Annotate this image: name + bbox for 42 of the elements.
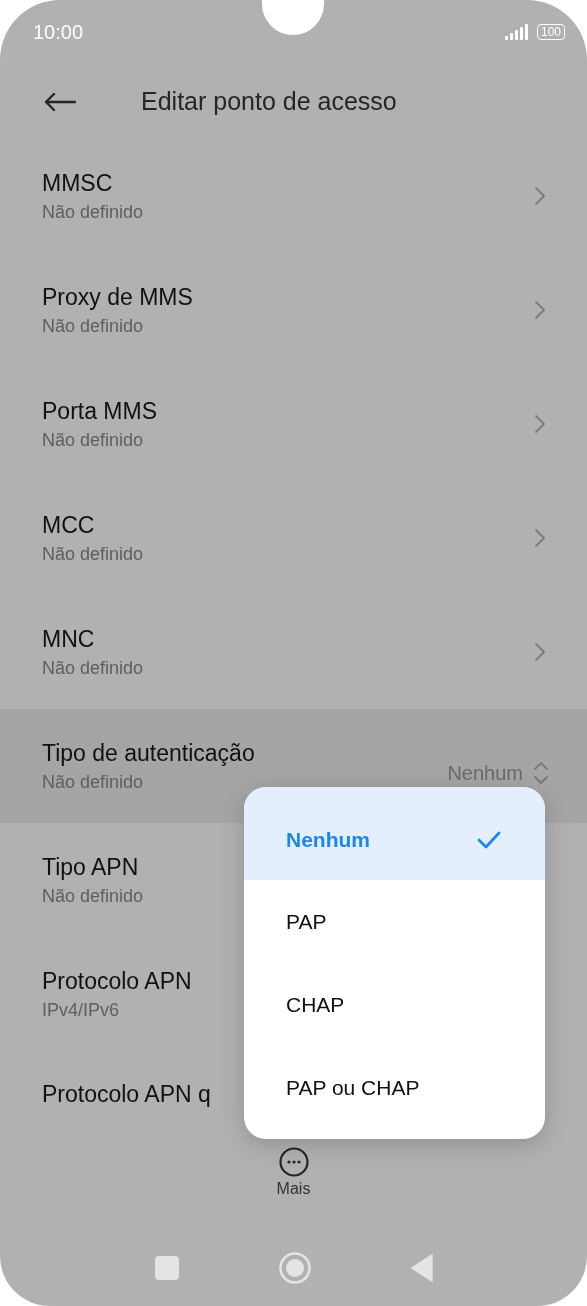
setting-row[interactable]: Porta MMS Não definido: [0, 367, 587, 481]
setting-title: MMSC: [42, 169, 113, 197]
setting-row[interactable]: MNC Não definido: [0, 595, 587, 709]
setting-title: Proxy de MMS: [42, 283, 193, 311]
dropdown-option[interactable]: PAP ou CHAP: [244, 1046, 545, 1129]
more-button[interactable]: Mais: [276, 1147, 311, 1198]
setting-title: Porta MMS: [42, 397, 158, 425]
setting-value: Não definido: [42, 657, 144, 679]
setting-value: Não definido: [42, 771, 144, 793]
setting-row[interactable]: MMSC Não definido: [0, 139, 587, 253]
setting-title: Tipo de autenticação: [42, 739, 255, 767]
dropdown-option[interactable]: CHAP: [244, 963, 545, 1046]
signal-icon: [504, 24, 531, 40]
setting-title: Tipo APN: [42, 853, 139, 881]
setting-title: MNC: [42, 625, 95, 653]
home-icon[interactable]: [278, 1252, 311, 1284]
recents-icon[interactable]: [154, 1256, 179, 1280]
dropdown-option[interactable]: PAP: [244, 880, 545, 963]
chevron-right-icon: [534, 642, 546, 662]
back-arrow-icon[interactable]: [44, 91, 76, 112]
more-icon: [278, 1147, 309, 1177]
setting-value: Não definido: [42, 201, 144, 223]
status-time: 10:00: [33, 20, 84, 44]
chevron-right-icon: [534, 186, 546, 206]
setting-value: Não definido: [42, 543, 144, 565]
setting-value: Não definido: [42, 315, 144, 337]
up-down-chevron-icon: [533, 760, 549, 786]
selected-value: Nenhum: [447, 761, 523, 785]
setting-value: Não definido: [42, 429, 144, 451]
battery-level: 100: [536, 24, 565, 40]
page-title: Editar ponto de acesso: [141, 87, 397, 116]
setting-title: Protocolo APN: [42, 967, 192, 995]
chevron-right-icon: [534, 414, 546, 434]
setting-row[interactable]: Proxy de MMS Não definido: [0, 253, 587, 367]
back-icon[interactable]: [410, 1254, 433, 1282]
chevron-right-icon: [534, 528, 546, 548]
chevron-right-icon: [534, 300, 546, 320]
setting-title: MCC: [42, 511, 95, 539]
setting-row[interactable]: MCC Não definido: [0, 481, 587, 595]
setting-value: IPv4/IPv6: [42, 999, 120, 1021]
setting-value: Não definido: [42, 885, 144, 907]
checkmark-icon: [477, 831, 501, 849]
